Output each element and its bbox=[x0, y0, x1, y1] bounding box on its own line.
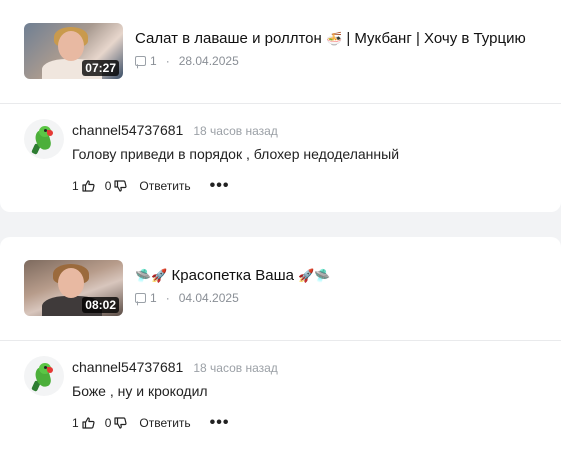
video-title[interactable]: Салат в лаваше и роллтон 🍜 | Мукбанг | Х… bbox=[135, 30, 526, 47]
comment-actions: 1 0 Ответить ••• bbox=[72, 415, 561, 431]
more-options-icon[interactable]: ••• bbox=[210, 178, 230, 194]
comment: channel54737681 18 часов назад Голову пр… bbox=[24, 119, 561, 194]
thumbs-down-icon bbox=[114, 417, 127, 429]
dislike-button[interactable]: 0 bbox=[105, 179, 128, 193]
reply-button[interactable]: Ответить bbox=[139, 416, 190, 430]
comment-card: 07:27 Салат в лаваше и роллтон 🍜 | Мукба… bbox=[0, 0, 561, 212]
thumbs-down-icon bbox=[114, 180, 127, 192]
video-link[interactable]: 08:02 🛸🚀 Красопетка Ваша 🚀🛸 1 · 04.04.20… bbox=[24, 260, 561, 316]
video-thumbnail[interactable]: 08:02 bbox=[24, 260, 123, 316]
more-options-icon[interactable]: ••• bbox=[210, 415, 230, 431]
video-duration: 08:02 bbox=[82, 297, 119, 313]
divider bbox=[0, 340, 561, 341]
video-date: 28.04.2025 bbox=[178, 54, 239, 68]
comment-actions: 1 0 Ответить ••• bbox=[72, 178, 561, 194]
comments-count: 1 bbox=[150, 291, 157, 305]
comment-icon bbox=[135, 293, 146, 303]
video-thumbnail[interactable]: 07:27 bbox=[24, 23, 123, 79]
video-meta: 1 · 28.04.2025 bbox=[135, 54, 526, 68]
thumbs-up-icon bbox=[82, 417, 95, 429]
video-title[interactable]: 🛸🚀 Красопетка Ваша 🚀🛸 bbox=[135, 267, 331, 284]
comment-time: 18 часов назад bbox=[193, 361, 278, 375]
dislike-count: 0 bbox=[104, 179, 112, 193]
thumbs-up-icon bbox=[82, 180, 95, 192]
video-link[interactable]: 07:27 Салат в лаваше и роллтон 🍜 | Мукба… bbox=[24, 23, 561, 79]
parrot-icon bbox=[31, 363, 53, 392]
divider bbox=[0, 103, 561, 104]
avatar[interactable] bbox=[24, 119, 64, 159]
like-button[interactable]: 1 bbox=[72, 416, 95, 430]
like-count: 1 bbox=[72, 179, 79, 193]
comment-author[interactable]: channel54737681 bbox=[72, 359, 183, 375]
comment-icon bbox=[135, 56, 146, 66]
comment-time: 18 часов назад bbox=[193, 124, 278, 138]
comment-text: Голову приведи в порядок , блохер недоде… bbox=[72, 146, 400, 162]
comment-text: Боже , ну и крокодил bbox=[72, 383, 208, 399]
comment-author[interactable]: channel54737681 bbox=[72, 122, 183, 138]
dislike-count: 0 bbox=[104, 416, 112, 430]
parrot-icon bbox=[31, 126, 53, 155]
dislike-button[interactable]: 0 bbox=[105, 416, 128, 430]
avatar[interactable] bbox=[24, 356, 64, 396]
like-count: 1 bbox=[72, 416, 79, 430]
video-date: 04.04.2025 bbox=[178, 291, 239, 305]
comments-count: 1 bbox=[150, 54, 157, 68]
comment-card: 08:02 🛸🚀 Красопетка Ваша 🚀🛸 1 · 04.04.20… bbox=[0, 237, 561, 450]
comment: channel54737681 18 часов назад Боже , ну… bbox=[24, 356, 561, 431]
like-button[interactable]: 1 bbox=[72, 179, 95, 193]
video-meta: 1 · 04.04.2025 bbox=[135, 291, 331, 305]
reply-button[interactable]: Ответить bbox=[139, 179, 190, 193]
video-duration: 07:27 bbox=[82, 60, 119, 76]
